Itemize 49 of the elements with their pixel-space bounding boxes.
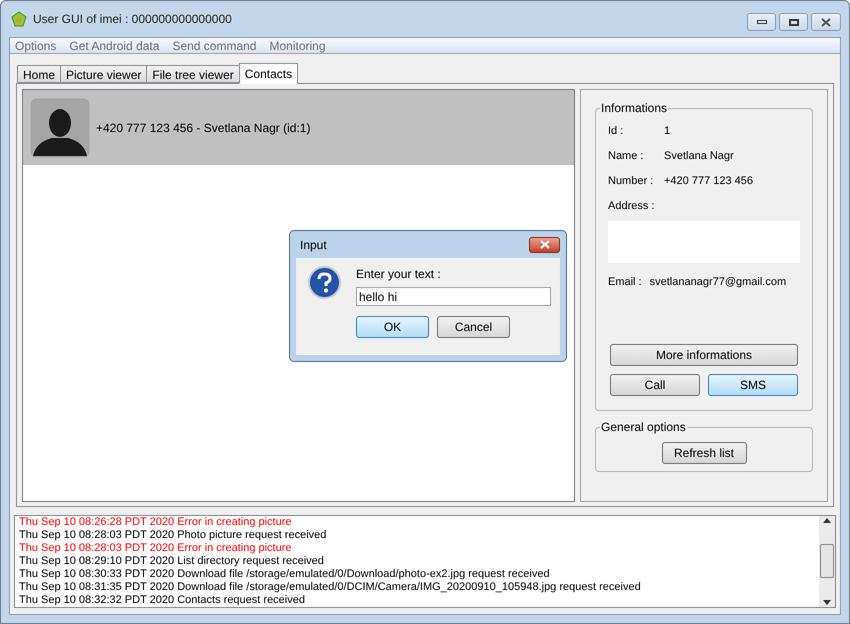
scroll-thumb[interactable] bbox=[820, 544, 834, 578]
close-button[interactable] bbox=[811, 13, 841, 31]
window-title: User GUI of imei : 000000000000000 bbox=[33, 11, 232, 28]
log-line: Thu Sep 10 08:29:10 PDT 2020 List directory request received bbox=[19, 554, 325, 568]
field-value: svetlananagr77@gmail.com bbox=[650, 274, 786, 290]
contact-label: +420 777 123 456 - Svetlana Nagr (id:1) bbox=[96, 120, 310, 136]
log-line: Thu Sep 10 08:26:28 PDT 2020 Error in creating picture bbox=[19, 516, 293, 529]
dialog-prompt: Enter your text : bbox=[356, 266, 442, 283]
menu-item[interactable]: Send command bbox=[172, 36, 256, 54]
call-button[interactable]: Call bbox=[610, 374, 700, 396]
contact-row[interactable]: +420 777 123 456 - Svetlana Nagr (id:1) bbox=[23, 90, 574, 165]
maximize-button[interactable] bbox=[779, 13, 808, 31]
tab[interactable]: Home bbox=[17, 65, 62, 83]
tab[interactable]: File tree viewer bbox=[146, 65, 240, 83]
ok-button[interactable]: OK bbox=[356, 316, 429, 338]
close-icon bbox=[540, 240, 550, 249]
log-line: Thu Sep 10 08:31:35 PDT 2020 Download file /storage/emulated/0/DCIM/Camera/IMG_20200910_105948.jpg request received bbox=[19, 580, 642, 594]
scrollbar[interactable] bbox=[819, 516, 835, 607]
log-line: Thu Sep 10 08:32:32 PDT 2020 Contacts request received bbox=[19, 594, 306, 607]
field-label: Number : bbox=[608, 174, 654, 190]
down-arrow-icon bbox=[823, 600, 831, 605]
tab[interactable]: Picture viewer bbox=[60, 65, 148, 83]
minimize-button[interactable] bbox=[747, 13, 776, 31]
menu-item[interactable]: Options bbox=[15, 36, 56, 54]
sms-button[interactable]: SMS bbox=[708, 374, 798, 396]
up-arrow-icon bbox=[823, 518, 831, 523]
field-label: Address : bbox=[608, 199, 656, 214]
field-label: Name : bbox=[608, 149, 644, 164]
log-line: Thu Sep 10 08:28:03 PDT 2020 Error in creating picture bbox=[19, 542, 293, 555]
close-icon bbox=[821, 18, 831, 26]
menu-item[interactable]: Monitoring bbox=[269, 36, 326, 54]
text-input[interactable]: hello hi bbox=[356, 287, 551, 306]
field-value: Svetlana Nagr bbox=[664, 149, 734, 164]
cancel-button[interactable]: Cancel bbox=[437, 316, 510, 338]
person-icon bbox=[30, 98, 90, 158]
tab[interactable]: Contacts bbox=[238, 63, 298, 84]
dialog-title: Input bbox=[299, 236, 327, 254]
log-line: Thu Sep 10 08:30:33 PDT 2020 Download file /storage/emulated/0/Download/photo-ex2.jpg request received bbox=[19, 568, 551, 581]
field-label: Email : bbox=[608, 274, 642, 290]
field-value: +420 777 123 456 bbox=[664, 174, 754, 190]
field-label: Id : bbox=[608, 124, 624, 140]
menu-item[interactable]: Get Android data bbox=[69, 36, 160, 54]
refresh-list-button[interactable]: Refresh list bbox=[662, 442, 746, 464]
more-informations-button[interactable]: More informations bbox=[610, 344, 798, 366]
group-title: General options bbox=[600, 419, 687, 435]
close-button[interactable] bbox=[529, 236, 560, 252]
question-icon bbox=[308, 266, 341, 299]
field-value: 1 bbox=[664, 124, 670, 140]
log-line: Thu Sep 10 08:28:03 PDT 2020 Photo picture request received bbox=[19, 528, 328, 542]
